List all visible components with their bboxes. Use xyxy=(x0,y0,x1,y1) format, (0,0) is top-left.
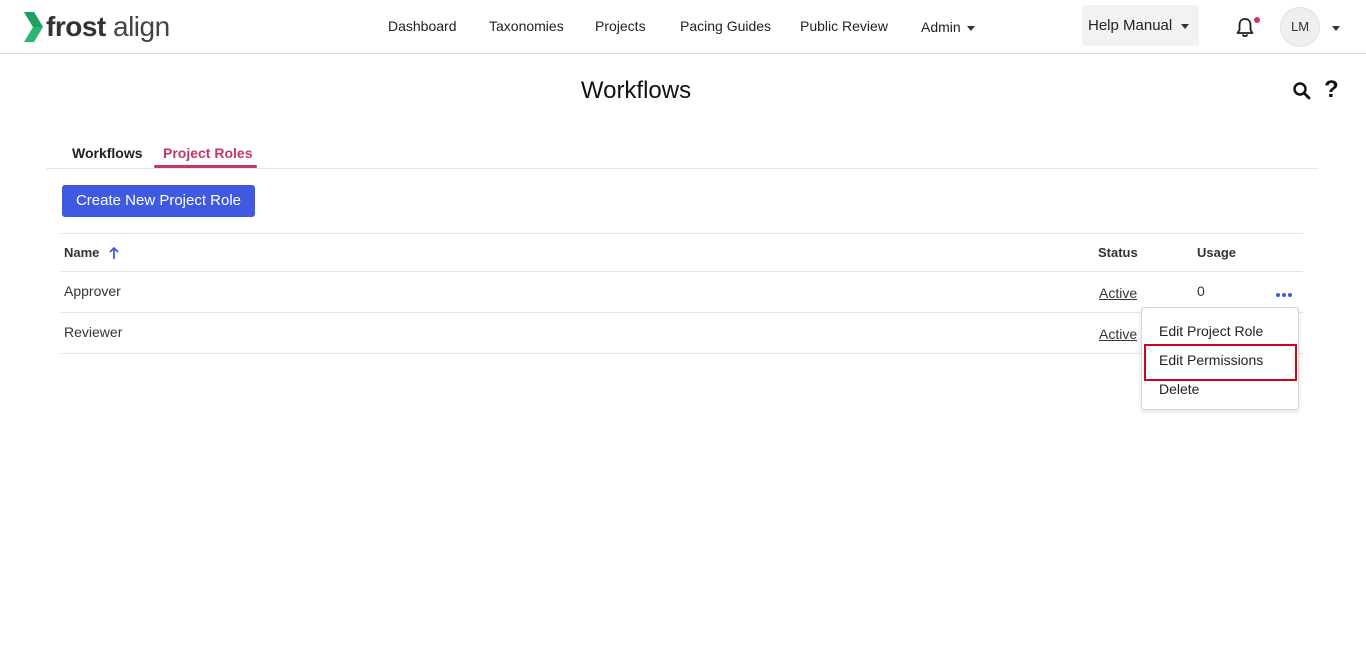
menu-edit-permissions[interactable]: Edit Permissions xyxy=(1159,352,1263,368)
page-title: Workflows xyxy=(580,77,692,104)
nav-admin-label: Admin xyxy=(921,19,961,35)
nav-dashboard[interactable]: Dashboard xyxy=(388,18,457,34)
nav-taxonomies[interactable]: Taxonomies xyxy=(489,18,564,34)
nav-admin-dropdown[interactable]: Admin xyxy=(921,19,975,35)
row-name: Approver xyxy=(64,283,121,299)
caret-down-icon xyxy=(1181,23,1190,29)
table-header-border xyxy=(61,271,1303,272)
menu-edit-project-role[interactable]: Edit Project Role xyxy=(1159,323,1263,339)
column-header-name[interactable]: Name xyxy=(64,245,99,260)
nav-pacing-guides[interactable]: Pacing Guides xyxy=(680,18,771,34)
avatar-initials: LM xyxy=(1290,19,1310,34)
tab-project-roles[interactable]: Project Roles xyxy=(163,145,252,161)
bell-icon[interactable] xyxy=(1235,17,1255,39)
row-usage: 0 xyxy=(1197,283,1205,299)
top-navigation-bar: frost align Dashboard Taxonomies Project… xyxy=(0,0,1366,54)
more-horizontal-icon[interactable] xyxy=(1273,287,1295,301)
column-header-usage[interactable]: Usage xyxy=(1197,245,1236,260)
notification-dot xyxy=(1254,17,1260,23)
table-row-border xyxy=(61,353,1303,354)
sort-up-icon[interactable] xyxy=(108,246,120,260)
row-name: Reviewer xyxy=(64,324,123,340)
help-manual-label: Help Manual xyxy=(1088,17,1173,34)
nav-public-review[interactable]: Public Review xyxy=(800,18,888,34)
row-action-menu: Edit Project Role Edit Permissions Delet… xyxy=(1141,307,1299,410)
create-project-role-button[interactable]: Create New Project Role xyxy=(62,185,255,217)
caret-down-icon[interactable] xyxy=(1332,26,1340,31)
menu-delete[interactable]: Delete xyxy=(1159,381,1199,397)
column-header-status[interactable]: Status xyxy=(1098,245,1138,260)
user-avatar[interactable]: LM xyxy=(1280,7,1320,47)
tabs-divider xyxy=(46,168,1318,169)
row-status-link[interactable]: Active xyxy=(1099,326,1137,342)
row-status-link[interactable]: Active xyxy=(1099,285,1137,301)
help-manual-button[interactable]: Help Manual xyxy=(1082,5,1199,46)
question-icon[interactable]: ? xyxy=(1324,77,1339,103)
search-icon[interactable] xyxy=(1292,81,1312,101)
table-top-border xyxy=(61,233,1303,234)
tab-workflows[interactable]: Workflows xyxy=(72,145,143,161)
nav-projects[interactable]: Projects xyxy=(595,18,646,34)
caret-down-icon xyxy=(966,25,975,31)
table-row-border xyxy=(61,312,1303,313)
